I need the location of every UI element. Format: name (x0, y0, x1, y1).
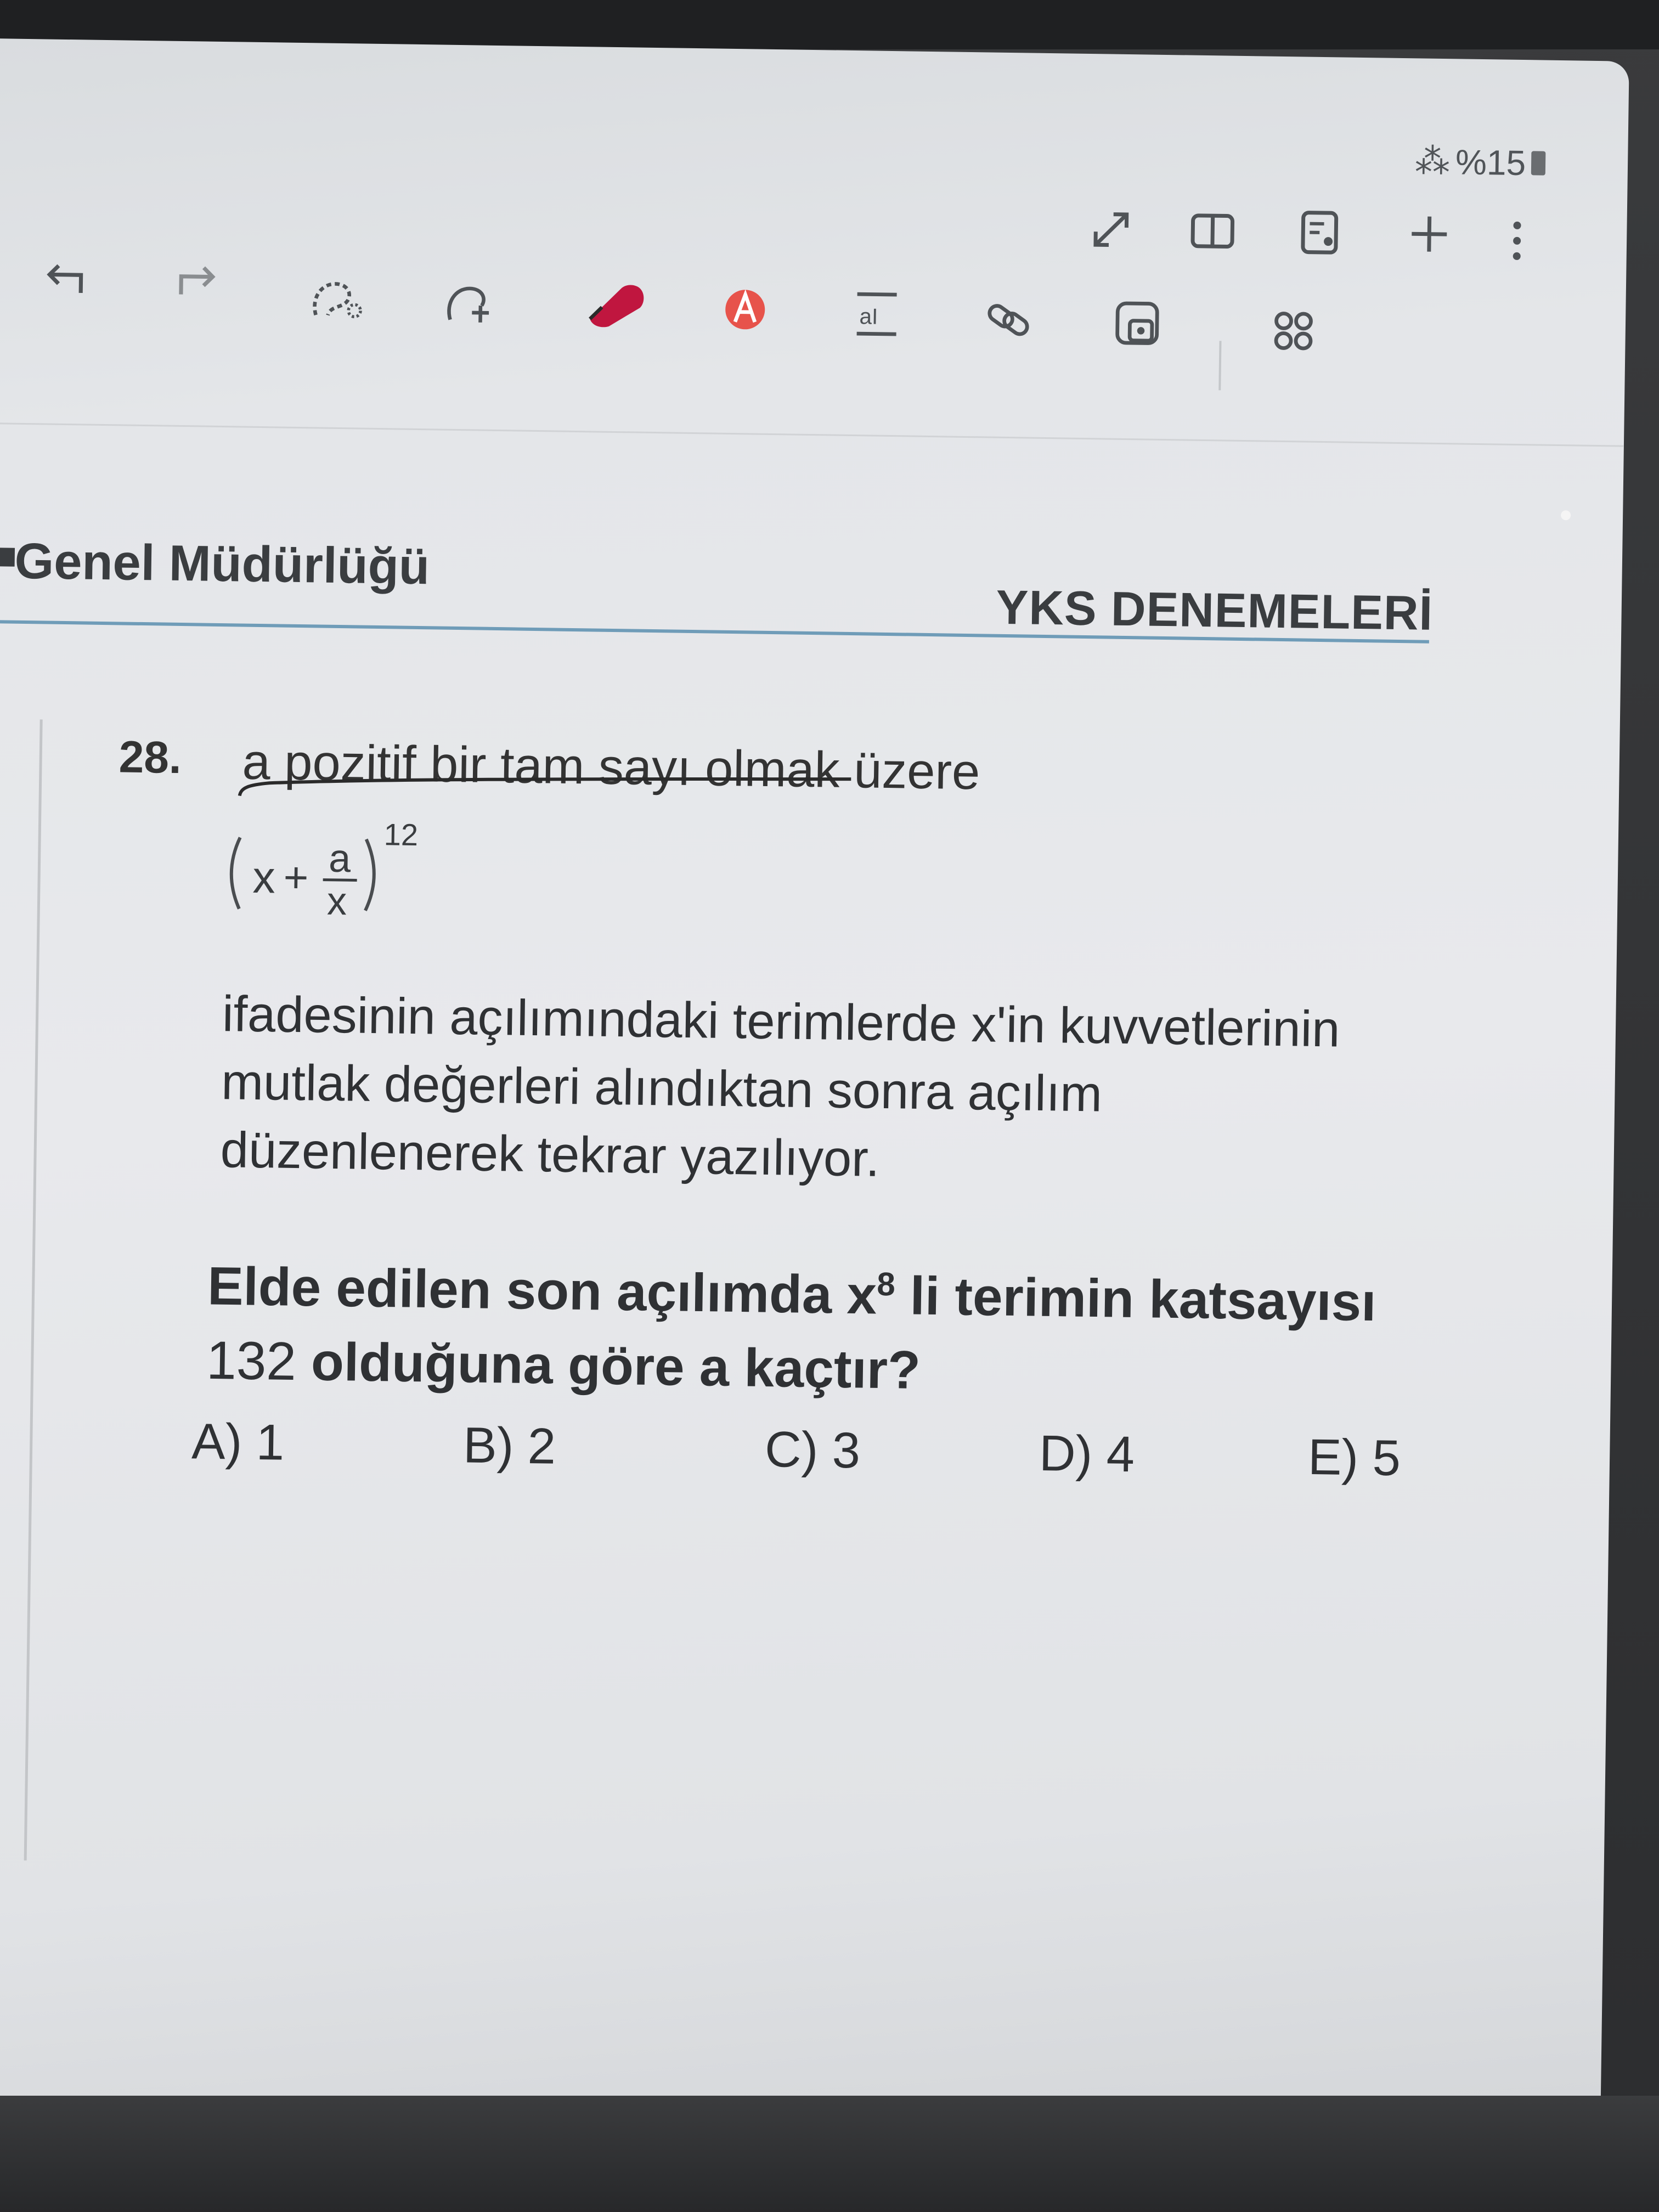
eraser-icon[interactable] (580, 280, 652, 330)
tablet-bezel-bottom (0, 2096, 1659, 2212)
link-icon[interactable] (983, 294, 1033, 343)
formula-denominator: x (327, 879, 347, 923)
status-bar: ⁂ %15 (1415, 140, 1546, 183)
question-prompt-line1: Elde edilen son açılımda x8 li terimin k… (207, 1238, 1377, 1339)
option-a[interactable]: A) 1 (191, 1413, 285, 1471)
margin-rule (24, 719, 43, 1861)
grid-icon[interactable] (1268, 306, 1318, 356)
coefficient-value: 132 (206, 1329, 297, 1391)
header-left-bar (0, 548, 15, 567)
formula-right-paren (364, 838, 376, 912)
text-icon[interactable] (720, 285, 770, 335)
battery-level: %15 (1455, 142, 1526, 183)
header-left: Genel Müdürlüğü (0, 533, 430, 596)
formula: x + a x 12 (229, 817, 419, 923)
question-prompt-line1-post: li terimin katsayısı (894, 1265, 1377, 1333)
tablet-screen: ⁂ %15 aI Genel Müdürlüğü YKS DENEMELERİ … (0, 38, 1629, 2119)
formula-operator: + (283, 853, 309, 902)
toolbar-divider (1218, 341, 1222, 391)
text-box-icon[interactable]: aI (852, 289, 902, 339)
svg-text:aI: aI (859, 303, 878, 329)
document-page: Genel Müdürlüğü YKS DENEMELERİ 28. a poz… (0, 455, 1623, 2118)
reading-mode-icon[interactable] (1188, 209, 1238, 253)
connection-icon: ⁂ (1414, 141, 1451, 182)
header-left-text: Genel Müdürlüğü (14, 533, 430, 595)
question-prompt: Elde edilen son açılımda x8 li terimin k… (206, 1238, 1377, 1413)
question-number: 28. (119, 732, 182, 783)
question-body: ifadesinin açılımındaki terimlerde x'in … (220, 980, 1340, 1199)
option-b[interactable]: B) 2 (463, 1417, 556, 1475)
question-prompt-line2-rest: olduğuna göre a kaçtır? (296, 1330, 921, 1400)
shape-pen-icon[interactable] (441, 278, 501, 329)
insert-image-icon[interactable] (1112, 298, 1162, 348)
photo-scene: ⁂ %15 aI Genel Müdürlüğü YKS DENEMELERİ … (0, 0, 1659, 2212)
fullscreen-icon[interactable] (1089, 207, 1133, 252)
lasso-select-icon[interactable] (306, 273, 367, 324)
power-superscript: 8 (876, 1265, 896, 1303)
more-options-icon[interactable] (1505, 216, 1528, 266)
battery-icon (1531, 150, 1546, 176)
option-e[interactable]: E) 5 (1307, 1429, 1401, 1487)
question-prompt-line1-pre: Elde edilen son açılımda x (207, 1255, 877, 1325)
answer-options: A) 1 B) 2 C) 3 D) 4 E) 5 (191, 1413, 1453, 1496)
undo-icon[interactable] (40, 258, 90, 297)
option-c[interactable]: C) 3 (764, 1421, 861, 1480)
add-page-icon[interactable] (1407, 212, 1452, 256)
header-right: YKS DENEMELERİ (996, 579, 1434, 640)
formula-variable: x (252, 853, 275, 903)
redo-icon[interactable] (172, 261, 222, 300)
formula-numerator: a (329, 837, 352, 881)
option-d[interactable]: D) 4 (1039, 1425, 1135, 1483)
page-view-icon[interactable] (1297, 207, 1342, 257)
formula-exponent: 12 (383, 817, 418, 852)
formula-left-paren (229, 837, 242, 910)
toolbar-separator (0, 422, 1624, 447)
